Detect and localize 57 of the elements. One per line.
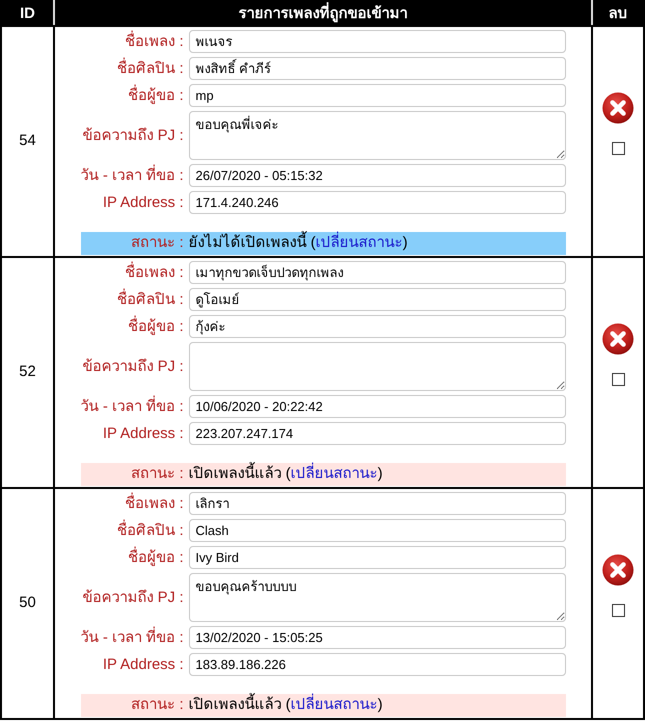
field-label: ชื่อเพลง :: [124, 494, 184, 512]
text-field[interactable]: Ivy Bird: [188, 546, 566, 569]
status-text: เปิดเพลงนี้แล้ว (เปลี่ยนสถานะ): [188, 694, 566, 717]
text-field[interactable]: กุ้งค่ะ: [188, 315, 566, 338]
cross-circle-icon[interactable]: [602, 92, 634, 124]
textarea-field[interactable]: ขอบคุณคร้าบบบบ: [188, 573, 566, 622]
text-field[interactable]: เมาทุกขวดเจ็บปวดทุกเพลง: [188, 261, 566, 284]
column-header: ID: [1, 1, 54, 26]
textarea-field[interactable]: ขอบคุณพี่เจค่ะ: [188, 111, 566, 160]
change-status-link[interactable]: เปลี่ยนสถานะ: [290, 465, 378, 482]
text-field[interactable]: 171.4.240.246: [188, 191, 566, 214]
row-checkbox[interactable]: [612, 142, 624, 155]
text-field[interactable]: ดูโอเมย์: [188, 288, 566, 311]
text-field[interactable]: พเนจร: [188, 30, 566, 53]
field-label: ข้อความถึง PJ :: [81, 588, 184, 606]
change-status-link[interactable]: เปลี่ยนสถานะ: [290, 696, 378, 714]
id-cell: 50: [1, 488, 54, 719]
text-field[interactable]: 26/07/2020 - 05:15:32: [188, 164, 566, 187]
field-label: ชื่อศิลปิน :: [116, 60, 184, 78]
status-label: สถานะ :: [130, 695, 184, 716]
text-field[interactable]: 223.207.247.174: [188, 422, 566, 445]
field-label: IP Address :: [102, 194, 184, 212]
id-cell: 54: [1, 26, 54, 257]
row-checkbox[interactable]: [612, 373, 624, 386]
status-text: ยังไม่ได้เปิดเพลงนี้ (เปลี่ยนสถานะ): [188, 232, 566, 255]
textarea-field[interactable]: [188, 342, 566, 391]
status-label: สถานะ :: [130, 464, 184, 484]
field-label: ชื่อผู้ขอ :: [127, 548, 184, 566]
text-field[interactable]: เลิกรา: [188, 492, 566, 515]
field-label: IP Address :: [102, 656, 184, 674]
field-label: วัน - เวลา ที่ขอ :: [80, 398, 184, 416]
text-field[interactable]: 183.89.186.226: [188, 653, 566, 676]
field-label: ชื่อผู้ขอ :: [127, 86, 184, 104]
text-field[interactable]: 10/06/2020 - 20:22:42: [188, 395, 566, 418]
field-label: วัน - เวลา ที่ขอ :: [80, 166, 184, 184]
cross-circle-icon[interactable]: [602, 554, 634, 586]
cross-circle-icon[interactable]: [602, 323, 634, 355]
field-label: ข้อความถึง PJ :: [81, 358, 184, 376]
text-field[interactable]: พงสิทธิ์ คำภีร์: [188, 57, 566, 80]
field-label: ชื่อศิลปิน :: [116, 290, 184, 308]
field-label: IP Address :: [102, 424, 184, 442]
field-label: ชื่อเพลง :: [124, 32, 184, 50]
column-header: รายการเพลงที่ถูกขอเข้ามา: [54, 1, 592, 26]
field-label: ชื่อศิลปิน :: [116, 522, 184, 540]
text-field[interactable]: 13/02/2020 - 15:05:25: [188, 626, 566, 649]
row-checkbox[interactable]: [612, 604, 624, 617]
id-cell: 52: [1, 257, 54, 488]
status-label: สถานะ :: [130, 233, 184, 254]
field-label: วัน - เวลา ที่ขอ :: [80, 628, 184, 646]
status-text: เปิดเพลงนี้แล้ว (เปลี่ยนสถานะ): [188, 463, 566, 486]
field-label: ชื่อเพลง :: [124, 264, 184, 282]
field-label: ข้อความถึง PJ :: [81, 126, 184, 144]
text-field[interactable]: Clash: [188, 519, 566, 542]
field-label: ชื่อผู้ขอ :: [127, 318, 184, 336]
column-header: ลบ: [592, 1, 644, 26]
change-status-link[interactable]: เปลี่ยนสถานะ: [316, 234, 403, 252]
text-field[interactable]: mp: [188, 84, 566, 107]
